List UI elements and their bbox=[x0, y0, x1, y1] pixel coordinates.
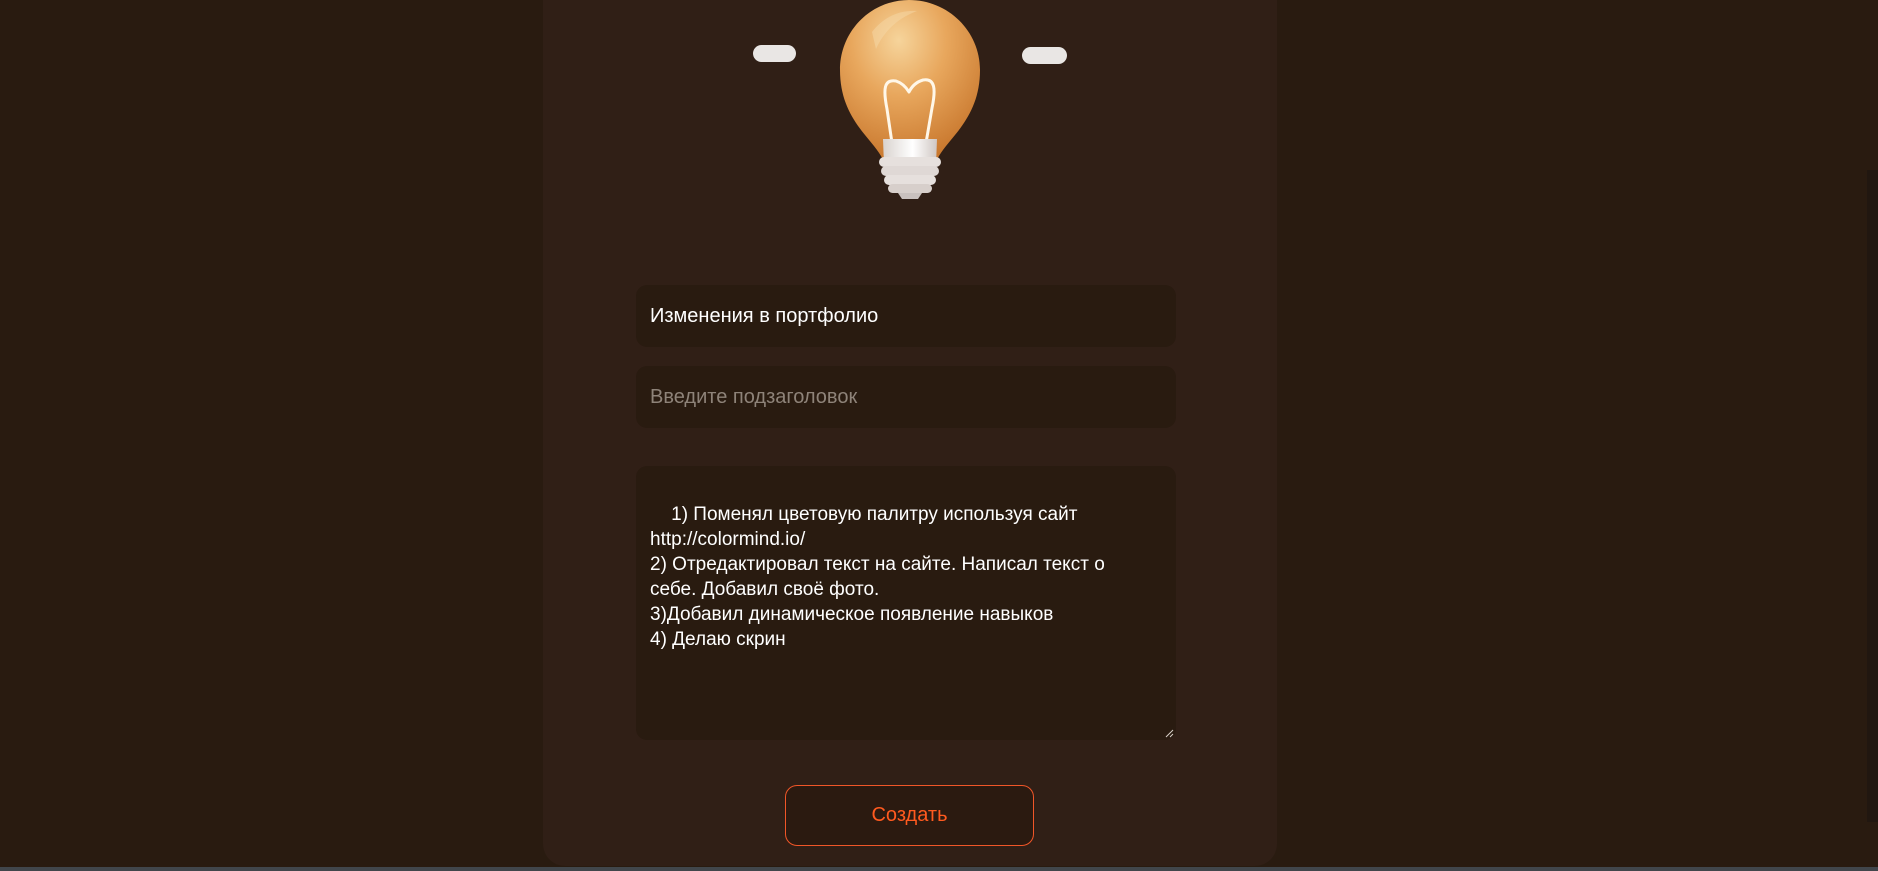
description-textarea[interactable]: 1) Поменял цветовую палитру используя са… bbox=[636, 466, 1176, 740]
title-input-value: Изменения в портфолио bbox=[650, 305, 879, 327]
title-input[interactable]: Изменения в портфолио bbox=[636, 285, 1176, 347]
create-button[interactable]: Создать bbox=[785, 785, 1034, 846]
subtitle-input-placeholder: Введите подзаголовок bbox=[650, 386, 858, 408]
description-textarea-value: 1) Поменял цветовую палитру используя са… bbox=[650, 504, 1105, 650]
subtitle-input[interactable]: Введите подзаголовок bbox=[636, 366, 1176, 428]
resize-handle-icon[interactable] bbox=[1165, 729, 1174, 738]
lightbulb-icon bbox=[753, 0, 1067, 199]
page: Изменения в портфолио Введите подзаголов… bbox=[0, 0, 1878, 871]
window-bottom-border bbox=[0, 867, 1878, 871]
scrollbar-thumb[interactable] bbox=[1867, 170, 1878, 822]
